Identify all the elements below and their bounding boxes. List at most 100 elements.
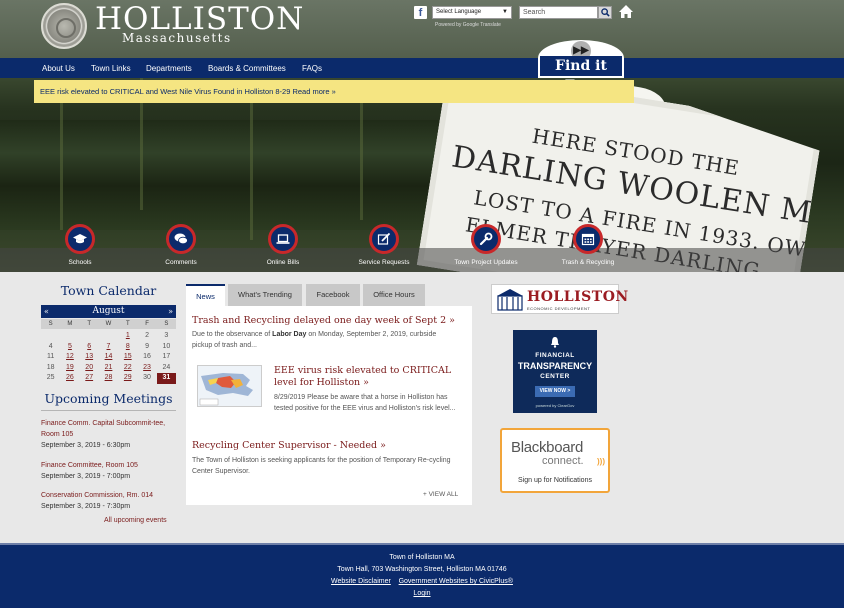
quick-link-circle xyxy=(268,224,298,254)
meeting-title[interactable]: Conservation Commission, Rm. 014 xyxy=(41,490,181,501)
calendar-day[interactable]: 29 xyxy=(118,373,137,384)
calendar-day[interactable]: 27 xyxy=(80,373,99,384)
calendar-day: 16 xyxy=(143,353,151,360)
pencil-square-icon xyxy=(377,232,391,245)
nav-about-us[interactable]: About Us xyxy=(42,64,75,73)
meeting-date: September 3, 2019 - 6:30pm xyxy=(41,442,131,449)
blackboard-connect-banner[interactable]: Blackboard connect. ))) Sign up for Noti… xyxy=(500,428,610,493)
alert-banner[interactable]: EEE risk elevated to CRITICAL and West N… xyxy=(34,80,634,103)
language-select[interactable]: Select Language ▼ xyxy=(432,6,512,19)
calendar-day[interactable]: 23 xyxy=(137,363,156,374)
meeting-item[interactable]: Finance Committee, Room 105 September 3,… xyxy=(41,460,181,482)
nav-boards-committees[interactable]: Boards & Committees xyxy=(208,64,286,73)
footer-address: Town Hall, 703 Washington Street, Hollis… xyxy=(337,566,507,573)
nav-departments[interactable]: Departments xyxy=(146,64,192,73)
home-icon[interactable] xyxy=(618,4,634,19)
tab-news[interactable]: News xyxy=(186,284,225,306)
search-button[interactable] xyxy=(598,6,612,19)
main-navigation: About Us Town Links Departments Boards &… xyxy=(0,58,844,78)
calendar-day: 3 xyxy=(164,332,169,339)
calendar-day: 9 xyxy=(145,342,150,350)
calendar-day: 4 xyxy=(48,342,53,350)
calendar-next-month[interactable]: » xyxy=(168,305,173,318)
laptop-icon xyxy=(276,234,290,244)
tab-office-hours[interactable]: Office Hours xyxy=(363,284,425,306)
view-now-button[interactable]: VIEW NOW > xyxy=(535,386,575,397)
news-item-title[interactable]: EEE virus risk elevated to CRITICAL leve… xyxy=(274,365,466,389)
calendar-day[interactable]: 5 xyxy=(60,342,79,353)
map-thumbnail-graphic xyxy=(199,373,253,406)
quick-link-comments[interactable]: Comments xyxy=(136,224,226,266)
news-item-title[interactable]: Recycling Center Supervisor - Needed » xyxy=(192,440,467,452)
calendar-weekday: F xyxy=(145,321,149,327)
search-icon xyxy=(601,8,610,17)
calendar-day[interactable]: 8 xyxy=(118,342,137,353)
news-item-title[interactable]: Trash and Recycling delayed one day week… xyxy=(192,315,467,327)
search-input[interactable]: Search xyxy=(519,6,598,19)
calendar-day[interactable]: 19 xyxy=(60,363,79,374)
calendar-month-header: « August » xyxy=(41,305,176,318)
civicplus-link[interactable]: Government Websites by CivicPlus® xyxy=(399,578,513,585)
calendar-day: 11 xyxy=(47,353,55,360)
upcoming-meetings-title: Upcoming Meetings xyxy=(44,391,173,406)
quick-link-online-bills[interactable]: Online Bills xyxy=(238,224,328,266)
calendar-day[interactable]: 1 xyxy=(118,331,137,342)
quick-link-service-requests[interactable]: Service Requests xyxy=(339,224,429,266)
calendar-weekday: M xyxy=(67,321,73,327)
nav-town-links[interactable]: Town Links xyxy=(91,64,131,73)
graduation-cap-icon xyxy=(73,234,87,244)
footer-town-name: Town of Holliston MA xyxy=(389,554,455,561)
calendar-weekday: T xyxy=(125,321,130,327)
bell-icon xyxy=(551,337,559,348)
meeting-title[interactable]: Finance Committee, Room 105 xyxy=(41,460,181,471)
meeting-item[interactable]: Conservation Commission, Rm. 014 Septemb… xyxy=(41,490,181,512)
calendar-day: 10 xyxy=(162,342,171,350)
econ-dev-subtitle: ECONOMIC DEVELOPMENT xyxy=(527,306,591,311)
calendar-title: Town Calendar xyxy=(60,283,157,298)
calendar-day[interactable]: 26 xyxy=(60,373,79,384)
signal-waves-icon: ))) xyxy=(597,457,605,466)
tab-whats-trending[interactable]: What's Trending xyxy=(228,284,302,306)
calendar-day[interactable]: 28 xyxy=(99,373,118,384)
translate-attribution: Powered by Google Translate xyxy=(435,22,501,28)
calendar-day[interactable]: 6 xyxy=(80,342,99,353)
meeting-title[interactable]: Finance Comm. Capital Subcommit-tee, Roo… xyxy=(41,418,181,440)
calendar-day: 17 xyxy=(162,353,171,360)
town-hall-icon xyxy=(497,289,523,311)
tab-facebook[interactable]: Facebook xyxy=(306,284,360,306)
calendar-day[interactable]: 15 xyxy=(118,352,137,363)
quick-link-trash-recycling[interactable]: Trash & Recycling xyxy=(543,224,633,266)
economic-development-banner[interactable]: HOLLISTON ECONOMIC DEVELOPMENT xyxy=(491,284,628,314)
quick-link-schools[interactable]: Schools xyxy=(35,224,125,266)
nav-faqs[interactable]: FAQs xyxy=(302,64,322,73)
financial-transparency-banner[interactable]: FINANCIAL TRANSPARENCY CENTER VIEW NOW >… xyxy=(513,330,597,413)
calendar-weekday: S xyxy=(164,321,169,327)
calendar-day xyxy=(41,331,60,342)
find-it-fast-button[interactable]: ▶▶ Find it Fast xyxy=(538,40,624,94)
calendar-day-today[interactable]: 31 xyxy=(156,373,176,384)
all-upcoming-events-link[interactable]: All upcoming events xyxy=(104,517,167,524)
town-seal-logo[interactable] xyxy=(41,3,87,49)
calendar-icon xyxy=(581,233,595,246)
quick-link-town-project-updates[interactable]: Town Project Updates xyxy=(441,224,531,266)
login-link[interactable]: Login xyxy=(0,590,844,597)
calendar-day[interactable]: 7 xyxy=(99,342,118,353)
calendar-day[interactable]: 20 xyxy=(80,363,99,374)
calendar-day[interactable]: 21 xyxy=(99,363,118,374)
calendar-day[interactable]: 22 xyxy=(118,363,137,374)
calendar-day[interactable]: 14 xyxy=(99,352,118,363)
view-all-link[interactable]: + VIEW ALL xyxy=(423,491,458,498)
site-logo-subtitle[interactable]: Massachusetts xyxy=(122,31,232,45)
signup-notifications-label: Sign up for Notifications xyxy=(518,477,592,484)
eee-risk-map-thumbnail[interactable] xyxy=(197,365,262,407)
calendar-day[interactable]: 12 xyxy=(60,352,79,363)
quick-link-circle xyxy=(369,224,399,254)
facebook-icon[interactable]: f xyxy=(414,6,427,19)
calendar-weekday-row: SMTWTFS xyxy=(41,319,176,329)
calendar-prev-month[interactable]: « xyxy=(44,305,49,318)
calendar-day: 2 xyxy=(145,332,150,339)
meeting-item[interactable]: Finance Comm. Capital Subcommit-tee, Roo… xyxy=(41,418,181,451)
calendar-day[interactable]: 13 xyxy=(80,352,99,363)
quick-link-label: Online Bills xyxy=(266,259,300,266)
website-disclaimer-link[interactable]: Website Disclaimer xyxy=(331,578,391,585)
